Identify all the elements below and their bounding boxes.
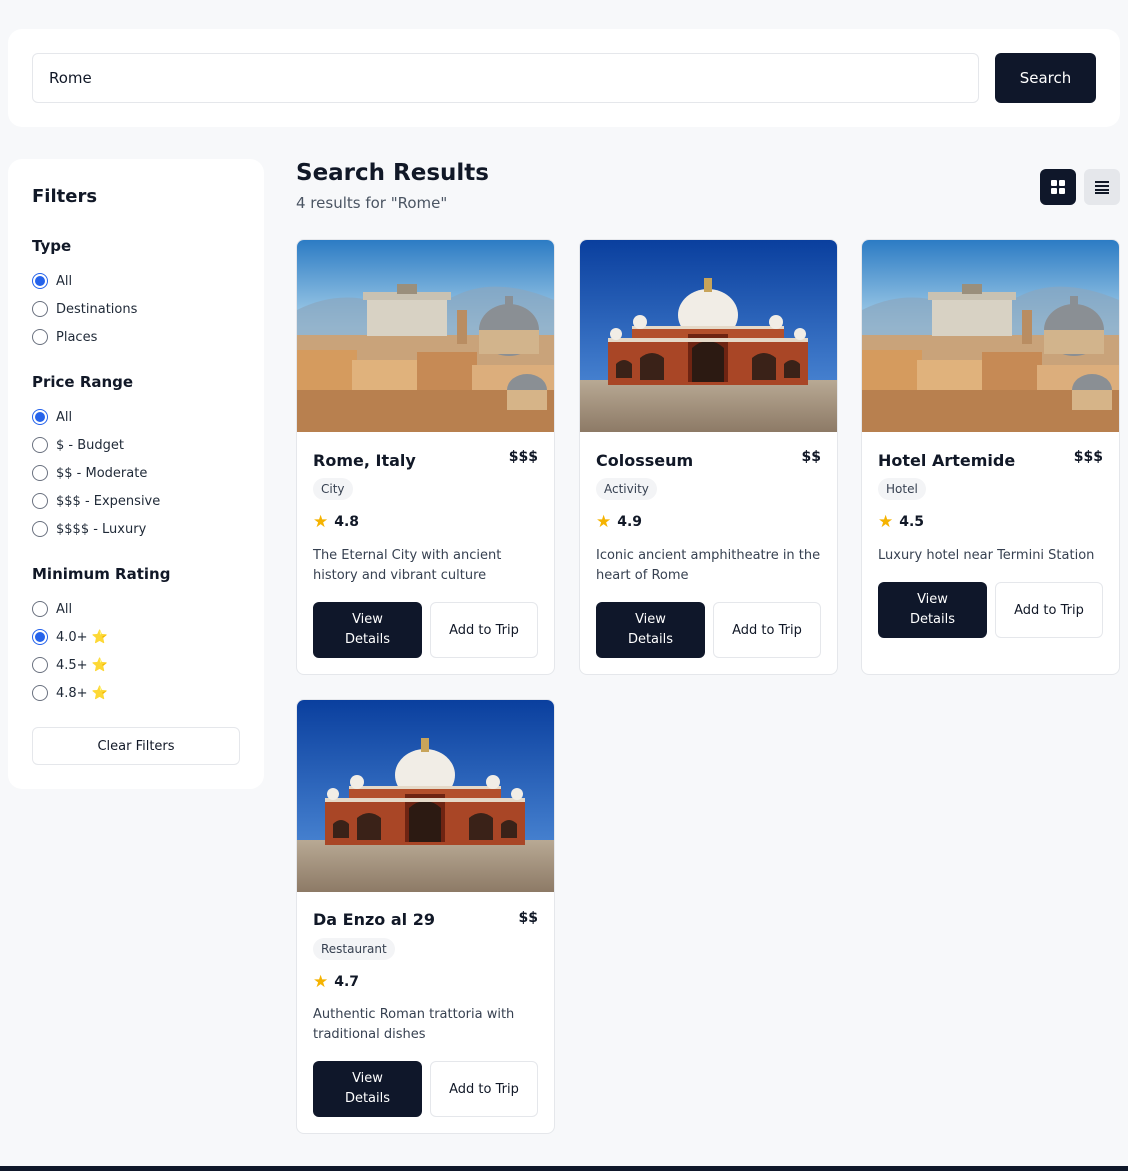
rating-value: 4.9 [617,514,643,530]
card-description: The Eternal City with ancient history an… [313,548,502,583]
radio-icon[interactable] [32,301,48,317]
filter-price-budget[interactable]: $ - Budget [32,435,124,455]
search-button[interactable]: Search [995,53,1096,103]
filters-panel: Filters Type All Destinations Places Pri… [8,159,264,789]
monument-image [580,240,837,432]
radio-label: $$$ - Expensive [56,493,161,509]
rome-skyline-image [297,240,554,432]
filter-type-places[interactable]: Places [32,327,97,347]
view-details-button[interactable]: View Details [878,582,987,638]
card-title: Rome, Italy [313,451,416,470]
radio-label: 4.0+ ⭐ [56,629,108,645]
radio-label: Destinations [56,301,138,317]
category-badge: Restaurant [313,938,395,960]
radio-label: $$$$ - Luxury [56,521,147,537]
clear-filters-button[interactable]: Clear Filters [32,727,240,765]
radio-label: All [56,273,73,289]
filter-price-all[interactable]: All [32,407,72,427]
rating-value: 4.5 [899,514,925,530]
list-icon [1095,181,1109,194]
card-rating: ★ 4.9 [596,512,642,532]
card-title: Da Enzo al 29 [313,910,435,929]
radio-icon[interactable] [32,657,48,673]
filter-price-title: Price Range [32,373,134,391]
view-details-button[interactable]: View Details [313,602,422,658]
radio-label: 4.8+ ⭐ [56,685,108,701]
radio-icon[interactable] [32,465,48,481]
filter-price-moderate[interactable]: $$ - Moderate [32,463,147,483]
star-icon: ★ [313,512,329,532]
results-title: Search Results [296,160,489,186]
radio-icon[interactable] [32,273,48,289]
filters-title: Filters [32,186,98,207]
add-to-trip-button[interactable]: Add to Trip [430,602,538,658]
filter-rating-title: Minimum Rating [32,565,171,583]
card-price: $$$ [1073,449,1103,465]
search-bar: Search [8,29,1120,127]
radio-label: $$ - Moderate [56,465,148,481]
star-icon: ★ [596,512,612,532]
view-details-button[interactable]: View Details [313,1061,422,1117]
card-rating: ★ 4.5 [878,512,924,532]
filter-type-destinations[interactable]: Destinations [32,299,137,319]
filter-rating-all[interactable]: All [32,599,72,619]
star-icon: ★ [313,972,329,992]
grid-icon [1051,180,1065,194]
radio-icon[interactable] [32,329,48,345]
card-price: $$ [518,910,538,926]
filter-type-all[interactable]: All [32,271,72,291]
rating-value: 4.7 [334,974,360,990]
radio-icon[interactable] [32,601,48,617]
card-price: $$ [801,449,821,465]
result-card[interactable]: Da Enzo al 29 $$ Restaurant ★ 4.7 Authent… [296,699,555,1134]
category-badge: Activity [596,478,657,500]
radio-label: $ - Budget [56,437,124,453]
view-details-button[interactable]: View Details [596,602,705,658]
category-badge: Hotel [878,478,926,500]
radio-icon[interactable] [32,521,48,537]
radio-label: 4.5+ ⭐ [56,657,108,673]
result-card[interactable]: Hotel Artemide $$$ Hotel ★ 4.5 Luxury hot… [861,239,1120,675]
card-rating: ★ 4.7 [313,972,359,992]
filter-rating-4-5[interactable]: 4.5+ ⭐ [32,655,108,675]
radio-label: All [56,409,73,425]
filter-type-title: Type [32,237,72,255]
card-price: $$$ [508,449,538,465]
rome-skyline-image [862,240,1119,432]
radio-icon[interactable] [32,437,48,453]
add-to-trip-button[interactable]: Add to Trip [430,1061,538,1117]
rating-value: 4.8 [334,514,360,530]
result-card[interactable]: Rome, Italy $$$ City ★ 4.8 The Eternal Ci… [296,239,555,675]
radio-label: Places [56,329,98,345]
radio-label: All [56,601,73,617]
add-to-trip-button[interactable]: Add to Trip [713,602,821,658]
radio-icon[interactable] [32,409,48,425]
card-title: Hotel Artemide [878,451,1016,470]
filter-rating-4-0[interactable]: 4.0+ ⭐ [32,627,108,647]
footer-bar [0,1166,1128,1171]
category-badge: City [313,478,353,500]
results-count: 4 results for "Rome" [296,194,448,212]
result-card[interactable]: Colosseum $$ Activity ★ 4.9 Iconic ancien… [579,239,838,675]
radio-icon[interactable] [32,685,48,701]
radio-icon[interactable] [32,629,48,645]
card-description: Luxury hotel near Termini Station [878,548,1095,563]
filter-price-expensive[interactable]: $$$ - Expensive [32,491,160,511]
card-description: Iconic ancient amphitheatre in the heart… [596,548,821,583]
monument-image [297,700,554,892]
card-description: Authentic Roman trattoria with tradition… [313,1007,515,1042]
star-icon: ★ [878,512,894,532]
filter-rating-4-8[interactable]: 4.8+ ⭐ [32,683,108,703]
grid-view-button[interactable] [1040,169,1076,205]
list-view-button[interactable] [1084,169,1120,205]
card-title: Colosseum [596,451,694,470]
search-input[interactable] [32,53,979,103]
radio-icon[interactable] [32,493,48,509]
add-to-trip-button[interactable]: Add to Trip [995,582,1103,638]
card-rating: ★ 4.8 [313,512,359,532]
filter-price-luxury[interactable]: $$$$ - Luxury [32,519,146,539]
